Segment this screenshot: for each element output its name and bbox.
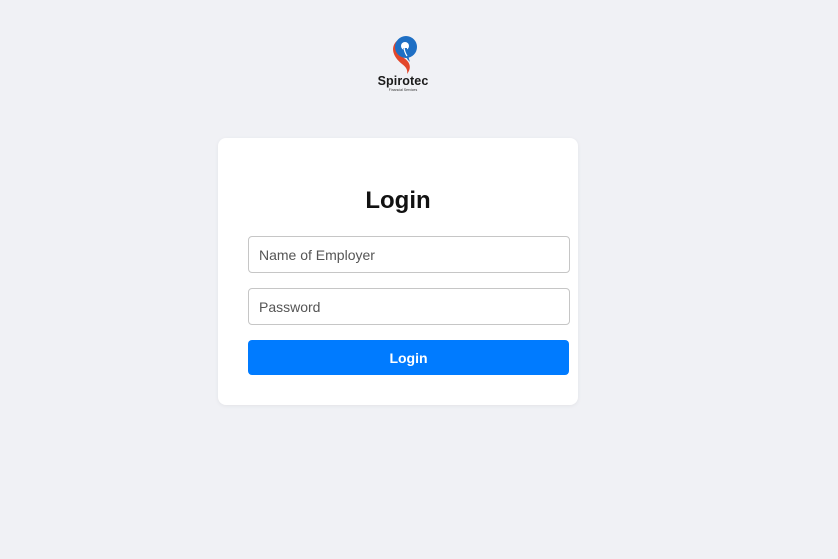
password-input[interactable] [248, 288, 570, 325]
brand-name: Spirotec [377, 74, 429, 88]
brand-tagline: Financial Services [388, 88, 418, 92]
login-button[interactable]: Login [248, 340, 569, 375]
brand-logo: Spirotec Financial Services [372, 34, 434, 96]
employer-name-input[interactable] [248, 236, 570, 273]
spirotec-logo-icon [393, 36, 417, 74]
login-title: Login [365, 187, 431, 214]
login-page: Spirotec Financial Services Login Login [0, 0, 838, 559]
